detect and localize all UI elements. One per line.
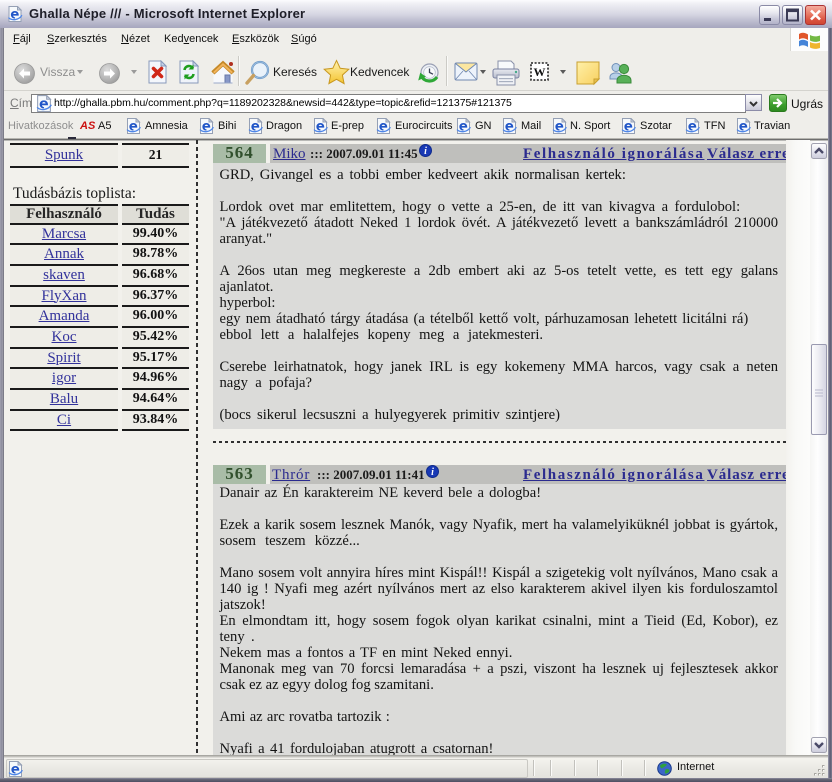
svg-text:i: i bbox=[431, 467, 434, 478]
svg-text:i: i bbox=[424, 146, 427, 157]
svg-text:W: W bbox=[534, 65, 546, 79]
